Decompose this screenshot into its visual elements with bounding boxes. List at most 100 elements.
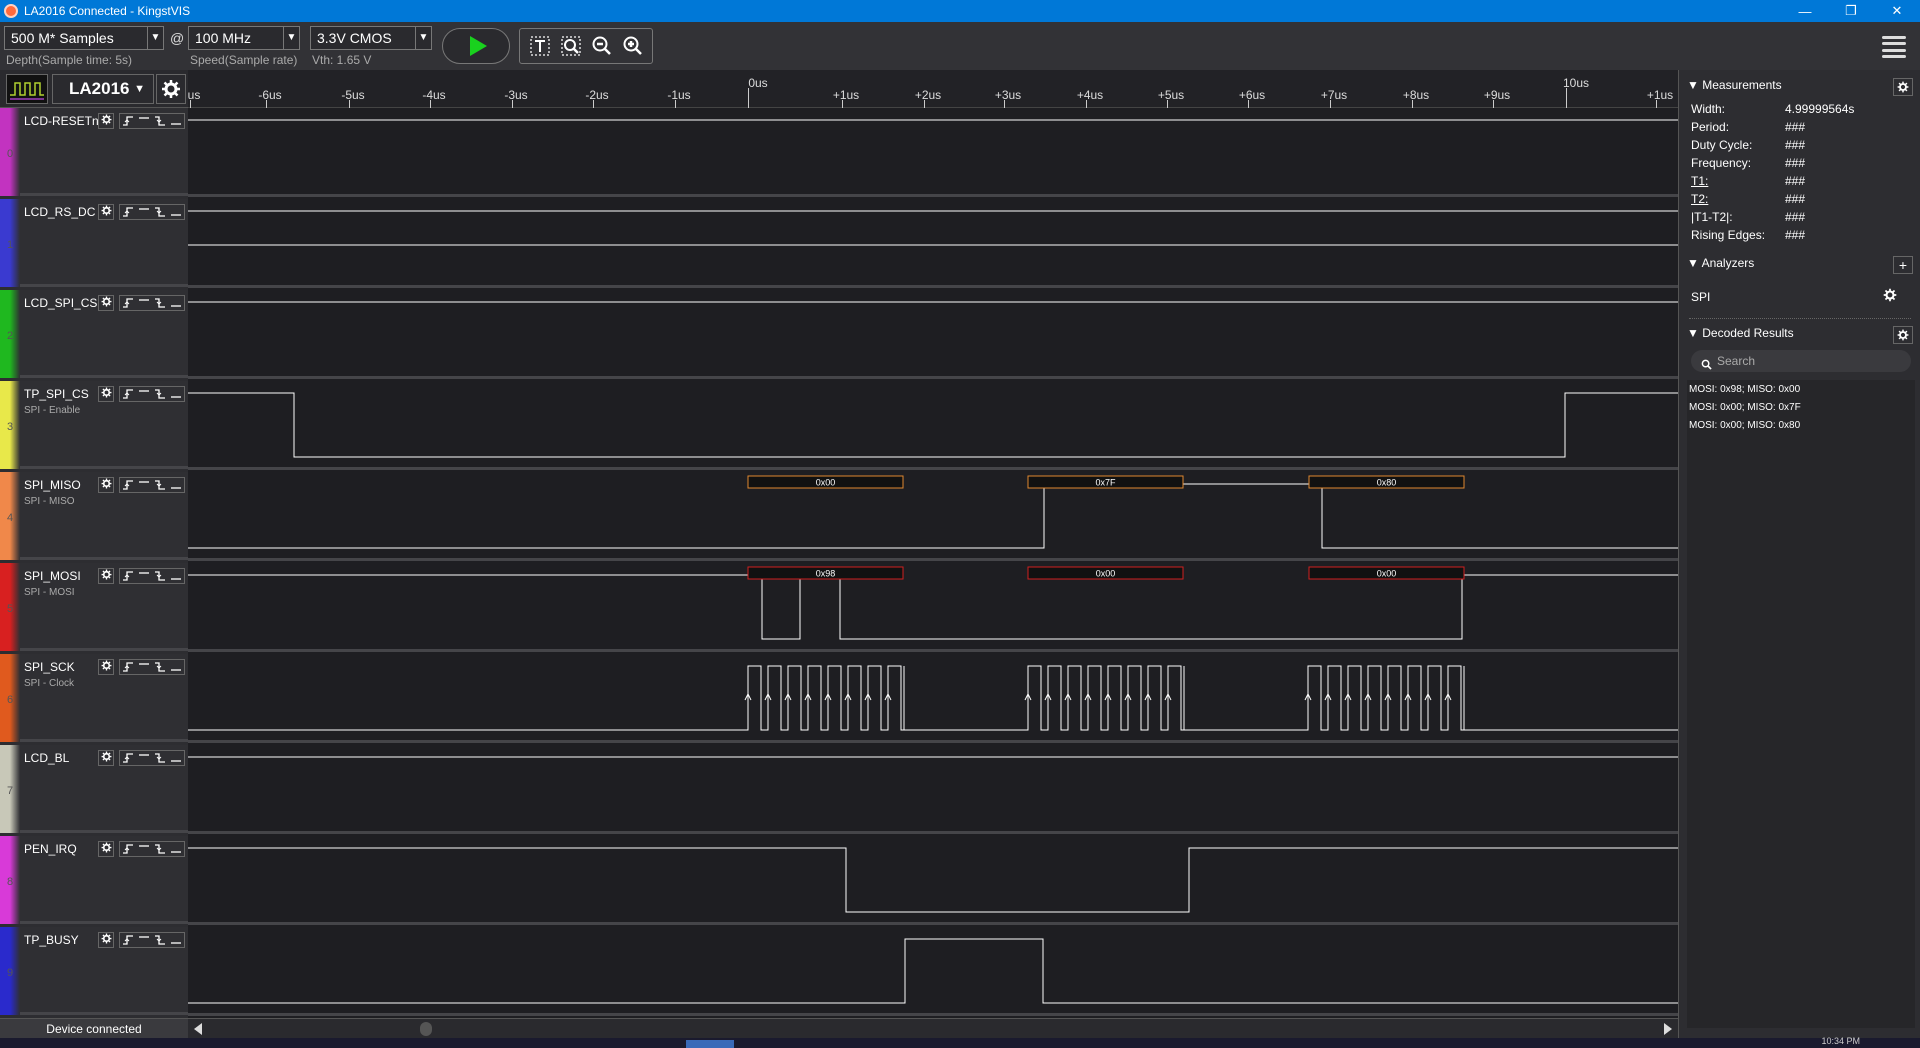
taskbar-active-app[interactable]	[686, 1040, 734, 1048]
rising-edge-trigger-icon[interactable]	[120, 296, 136, 310]
falling-edge-trigger-icon[interactable]	[152, 296, 168, 310]
rising-edge-trigger-icon[interactable]	[120, 933, 136, 947]
high-level-trigger-icon[interactable]	[136, 842, 152, 856]
channel-name[interactable]: LCD_SPI_CS	[24, 296, 97, 310]
falling-edge-trigger-icon[interactable]	[152, 478, 168, 492]
horizontal-scrollbar[interactable]	[188, 1018, 1678, 1038]
rising-edge-trigger-icon[interactable]	[120, 660, 136, 674]
high-level-trigger-icon[interactable]	[136, 660, 152, 674]
measurements-settings-button[interactable]	[1893, 78, 1913, 96]
channel-settings-button[interactable]	[98, 750, 114, 766]
low-level-trigger-icon[interactable]	[168, 205, 184, 219]
add-analyzer-button[interactable]: +	[1893, 256, 1913, 274]
channel-row[interactable]: 4 SPI_MISO SPI - MISO	[0, 472, 188, 560]
channel-row[interactable]: 3 TP_SPI_CS SPI - Enable	[0, 381, 188, 469]
scroll-right-icon[interactable]	[1664, 1023, 1672, 1035]
rising-edge-trigger-icon[interactable]	[120, 387, 136, 401]
minimize-icon[interactable]: —	[1782, 0, 1828, 22]
channel-row[interactable]: 0 LCD-RESETn	[0, 108, 188, 196]
restore-icon[interactable]: ❐	[1828, 0, 1874, 22]
high-level-trigger-icon[interactable]	[136, 387, 152, 401]
falling-edge-trigger-icon[interactable]	[152, 114, 168, 128]
low-level-trigger-icon[interactable]	[168, 842, 184, 856]
measurement-label[interactable]: T2:	[1691, 192, 1708, 206]
channel-name[interactable]: LCD_RS_DC	[24, 205, 95, 219]
high-level-trigger-icon[interactable]	[136, 114, 152, 128]
falling-edge-trigger-icon[interactable]	[152, 387, 168, 401]
decoded-results-header[interactable]: ▼ Decoded Results	[1687, 326, 1913, 344]
rising-edge-trigger-icon[interactable]	[120, 842, 136, 856]
falling-edge-trigger-icon[interactable]	[152, 660, 168, 674]
low-level-trigger-icon[interactable]	[168, 387, 184, 401]
close-icon[interactable]: ✕	[1874, 0, 1920, 22]
scroll-left-icon[interactable]	[194, 1023, 202, 1035]
rising-edge-trigger-icon[interactable]	[120, 751, 136, 765]
channel-row[interactable]: 5 SPI_MOSI SPI - MOSI	[0, 563, 188, 651]
channel-name[interactable]: LCD_BL	[24, 751, 69, 765]
low-level-trigger-icon[interactable]	[168, 751, 184, 765]
decoded-result-item[interactable]: MOSI: 0x00; MISO: 0x7F	[1689, 402, 1801, 413]
measurement-label[interactable]: T1:	[1691, 174, 1708, 188]
channel-settings-button[interactable]	[98, 477, 114, 493]
channel-settings-button[interactable]	[98, 113, 114, 129]
channel-row[interactable]: 7 LCD_BL	[0, 745, 188, 833]
waveform-area[interactable]: us -6us -5us -4us -3us -2us -1us +1us +2us +3us +4…	[188, 70, 1678, 1020]
zoom-in-icon[interactable]	[620, 33, 646, 59]
high-level-trigger-icon[interactable]	[136, 478, 152, 492]
device-settings-button[interactable]	[156, 74, 186, 104]
analyzer-settings-button[interactable]	[1883, 288, 1897, 307]
channel-settings-button[interactable]	[98, 568, 114, 584]
channel-settings-button[interactable]	[98, 841, 114, 857]
device-select[interactable]: LA2016 ▼	[52, 74, 154, 104]
channel-name[interactable]: TP_SPI_CS	[24, 387, 89, 401]
measurements-header[interactable]: ▼ Measurements	[1687, 78, 1913, 96]
falling-edge-trigger-icon[interactable]	[152, 933, 168, 947]
high-level-trigger-icon[interactable]	[136, 751, 152, 765]
zoom-area-icon[interactable]	[558, 33, 584, 59]
falling-edge-trigger-icon[interactable]	[152, 842, 168, 856]
channel-name[interactable]: LCD-RESETn	[24, 114, 99, 128]
low-level-trigger-icon[interactable]	[168, 660, 184, 674]
text-tool-icon[interactable]	[527, 33, 553, 59]
time-ruler[interactable]: us -6us -5us -4us -3us -2us -1us +1us +2us +3us +4…	[188, 70, 1678, 108]
decoded-result-item[interactable]: MOSI: 0x00; MISO: 0x80	[1689, 420, 1800, 431]
channel-name[interactable]: SPI_MISO	[24, 478, 81, 492]
threshold-select[interactable]: 3.3V CMOS ▼	[310, 26, 432, 50]
low-level-trigger-icon[interactable]	[168, 114, 184, 128]
start-capture-button[interactable]	[442, 28, 510, 64]
scroll-thumb[interactable]	[420, 1022, 432, 1036]
channel-settings-button[interactable]	[98, 932, 114, 948]
rising-edge-trigger-icon[interactable]	[120, 569, 136, 583]
falling-edge-trigger-icon[interactable]	[152, 751, 168, 765]
channel-name[interactable]: SPI_MOSI	[24, 569, 81, 583]
decoded-search-input[interactable]: Search	[1691, 350, 1911, 372]
channel-settings-button[interactable]	[98, 386, 114, 402]
rising-edge-trigger-icon[interactable]	[120, 478, 136, 492]
channel-name[interactable]: SPI_SCK	[24, 660, 75, 674]
high-level-trigger-icon[interactable]	[136, 569, 152, 583]
channel-row[interactable]: 9 TP_BUSY	[0, 927, 188, 1015]
channel-row[interactable]: 8 PEN_IRQ	[0, 836, 188, 924]
falling-edge-trigger-icon[interactable]	[152, 569, 168, 583]
sample-depth-select[interactable]: 500 M* Samples ▼	[4, 26, 164, 50]
channel-row[interactable]: 1 LCD_RS_DC	[0, 199, 188, 287]
low-level-trigger-icon[interactable]	[168, 933, 184, 947]
high-level-trigger-icon[interactable]	[136, 296, 152, 310]
channel-settings-button[interactable]	[98, 659, 114, 675]
analyzer-item[interactable]: SPI	[1691, 290, 1710, 304]
analyzers-header[interactable]: ▼ Analyzers +	[1687, 256, 1913, 274]
zoom-out-icon[interactable]	[589, 33, 615, 59]
low-level-trigger-icon[interactable]	[168, 569, 184, 583]
low-level-trigger-icon[interactable]	[168, 296, 184, 310]
low-level-trigger-icon[interactable]	[168, 478, 184, 492]
high-level-trigger-icon[interactable]	[136, 205, 152, 219]
falling-edge-trigger-icon[interactable]	[152, 205, 168, 219]
channel-row[interactable]: 2 LCD_SPI_CS	[0, 290, 188, 378]
sample-rate-select[interactable]: 100 MHz ▼	[188, 26, 300, 50]
rising-edge-trigger-icon[interactable]	[120, 114, 136, 128]
channel-settings-button[interactable]	[98, 204, 114, 220]
high-level-trigger-icon[interactable]	[136, 933, 152, 947]
decoded-result-item[interactable]: MOSI: 0x98; MISO: 0x00	[1689, 384, 1800, 395]
channel-name[interactable]: TP_BUSY	[24, 933, 79, 947]
main-menu-icon[interactable]	[1882, 36, 1906, 58]
